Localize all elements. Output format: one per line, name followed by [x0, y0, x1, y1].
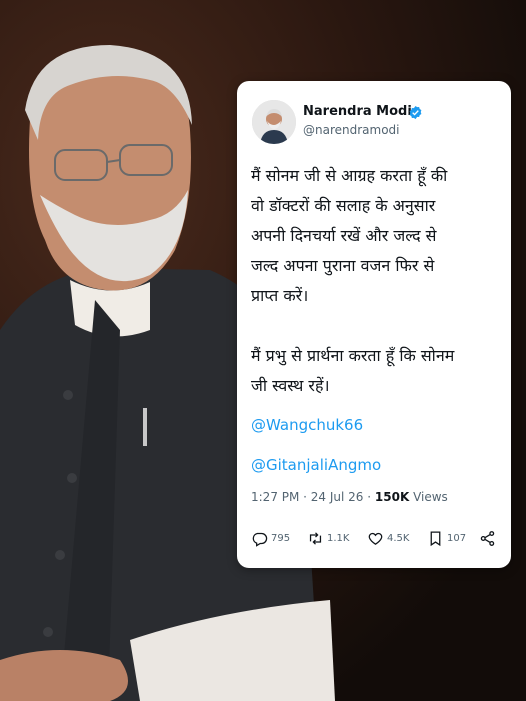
reply-icon	[252, 532, 268, 547]
mention-link[interactable]: @GitanjaliAngmo	[251, 456, 381, 474]
reply-button[interactable]: 795	[251, 530, 290, 547]
author-name[interactable]: Narendra Modi	[303, 104, 412, 119]
views-label: Views	[409, 490, 448, 504]
bookmark-button[interactable]: 107	[427, 530, 466, 547]
action-bar: 795 1.1K 4.5K 107	[251, 530, 501, 552]
like-count: 4.5K	[387, 533, 410, 544]
tweet-meta: 1:27 PM · 24 Jul 26 · 150K Views	[251, 490, 448, 504]
share-icon	[480, 531, 495, 546]
tweet-text: मैं सोनम जी से आग्रह करता हूँ की वो डॉक्…	[251, 166, 455, 395]
views-count: 150K	[374, 490, 410, 504]
timestamp[interactable]: 1:27 PM · 24 Jul 26 ·	[251, 490, 375, 504]
mention-link[interactable]: @Wangchuk66	[251, 416, 363, 434]
verified-badge-icon	[409, 105, 422, 120]
avatar[interactable]	[252, 100, 296, 144]
reply-count: 795	[271, 533, 291, 544]
retweet-icon	[309, 532, 322, 545]
bookmark-count: 107	[447, 533, 467, 544]
author-handle[interactable]: @narendramodi	[303, 123, 400, 137]
retweet-count: 1.1K	[327, 533, 350, 544]
like-button[interactable]: 4.5K	[367, 530, 409, 547]
like-icon	[368, 532, 383, 545]
share-button[interactable]	[479, 530, 496, 547]
bookmark-icon	[430, 531, 441, 547]
retweet-button[interactable]: 1.1K	[307, 530, 349, 547]
tweet-card[interactable]: Narendra Modi @narendramodi मैं सोनम जी …	[237, 81, 511, 568]
